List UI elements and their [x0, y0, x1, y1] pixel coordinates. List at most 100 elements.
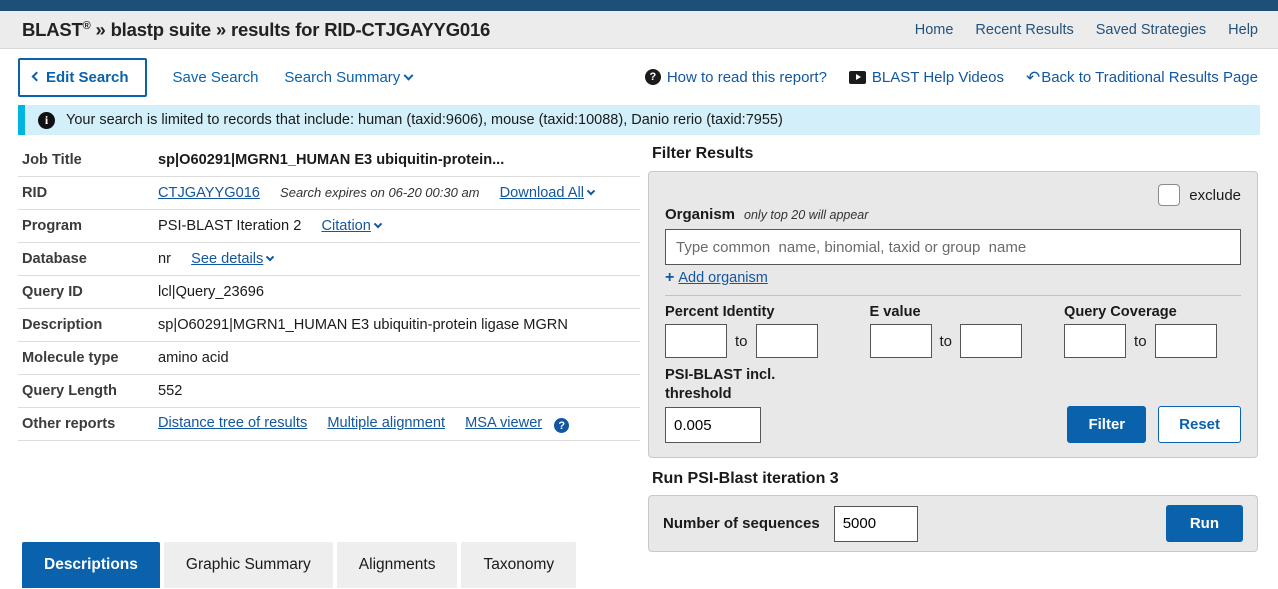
- chevron-down-icon[interactable]: [586, 186, 596, 196]
- query-coverage-from-input[interactable]: [1064, 324, 1127, 358]
- rid-label: RID: [18, 176, 158, 210]
- nav-home[interactable]: Home: [915, 22, 954, 38]
- run-psiblast-title: Run PSI-Blast iteration 3: [652, 470, 839, 488]
- filter-column: Filter Results Organism only top 20 will…: [640, 143, 1278, 553]
- msa-viewer-link[interactable]: MSA viewer: [465, 415, 542, 431]
- run-psiblast-panel: Number of sequences Run: [648, 495, 1258, 553]
- blast-help-videos-link[interactable]: BLAST Help Videos: [848, 69, 1004, 86]
- e-value-to-input[interactable]: [960, 324, 1023, 358]
- chevron-down-icon[interactable]: [266, 252, 275, 262]
- video-icon: [848, 70, 866, 84]
- organism-label: Organism: [665, 206, 736, 223]
- breadcrumb-separator-1: »: [95, 18, 106, 40]
- multiple-alignment-link[interactable]: Multiple alignment: [327, 415, 445, 431]
- registered-mark: ®: [82, 19, 91, 32]
- back-traditional-label: Back to Traditional Results Page: [1041, 68, 1258, 86]
- psi-threshold-group: PSI-BLAST incl. threshold: [665, 366, 776, 444]
- nav-recent-results[interactable]: Recent Results: [975, 22, 1073, 38]
- edit-search-button[interactable]: Edit Search: [18, 57, 147, 97]
- table-row-other-reports: Other reports Distance tree of results M…: [18, 407, 640, 441]
- filter-panel: Organism only top 20 will appear exclude…: [648, 171, 1258, 459]
- exclude-checkbox[interactable]: [1158, 184, 1181, 206]
- question-circle-icon: ?: [644, 69, 661, 85]
- filter-divider: [665, 295, 1241, 296]
- run-button[interactable]: Run: [1165, 505, 1243, 543]
- percent-identity-from-input[interactable]: [665, 324, 727, 358]
- rid-expiry-text: Search expires on 06-20 00:30 am: [280, 185, 480, 200]
- breadcrumb-results: results for RID-CTJGAYYG016: [230, 18, 491, 40]
- percent-identity-inputs: to: [665, 324, 818, 358]
- citation-link[interactable]: Citation: [321, 218, 370, 234]
- number-of-sequences-input[interactable]: [833, 505, 918, 542]
- table-row-molecule-type: Molecule type amino acid: [18, 341, 640, 375]
- exclude-group: exclude: [1158, 184, 1241, 206]
- tab-taxonomy[interactable]: Taxonomy: [461, 542, 577, 588]
- see-details-link[interactable]: See details: [191, 251, 263, 267]
- psi-threshold-row: PSI-BLAST incl. threshold Filter Reset: [665, 366, 1241, 444]
- tab-graphic-summary[interactable]: Graphic Summary: [163, 542, 333, 588]
- query-coverage-label: Query Coverage: [1064, 304, 1177, 320]
- download-all-link[interactable]: Download All: [500, 185, 584, 201]
- other-reports-label: Other reports: [18, 407, 158, 441]
- table-row-query-length: Query Length 552: [18, 374, 640, 408]
- breadcrumb-suite: blastp suite: [110, 18, 212, 40]
- query-id-label: Query ID: [18, 275, 158, 309]
- table-row-database: Database nr See details: [18, 242, 640, 276]
- database-value: nr: [158, 251, 171, 267]
- percent-identity-label: Percent Identity: [665, 304, 775, 320]
- nav-saved-strategies[interactable]: Saved Strategies: [1096, 22, 1206, 38]
- chevron-left-icon: [31, 71, 42, 82]
- header-bar: BLAST® » blastp suite » results for RID-…: [0, 11, 1278, 49]
- nav-help[interactable]: Help: [1228, 22, 1258, 38]
- job-title-value: sp|O60291|MGRN1_HUMAN E3 ubiquitin-prote…: [158, 143, 640, 177]
- numeric-filters-row: Percent Identity to E value to Query Cov…: [665, 304, 1241, 358]
- exclude-label: exclude: [1189, 186, 1241, 204]
- table-row-rid: RID CTJGAYYG016 Search expires on 06-20 …: [18, 176, 640, 210]
- how-to-read-report-link[interactable]: ? How to read this report?: [644, 68, 827, 86]
- save-search-link[interactable]: Save Search: [173, 69, 259, 86]
- undo-icon: ↷: [1025, 67, 1041, 87]
- table-row-description: Description sp|O60291|MGRN1_HUMAN E3 ubi…: [18, 308, 640, 342]
- chevron-down-icon: [403, 70, 414, 81]
- to-label: to: [1134, 332, 1147, 350]
- filter-button[interactable]: Filter: [1067, 406, 1147, 444]
- query-coverage-to-input[interactable]: [1154, 324, 1217, 358]
- filter-actions: Filter Reset: [1067, 406, 1241, 444]
- brand-name: BLAST: [22, 18, 83, 40]
- search-limit-banner: i Your search is limited to records that…: [18, 105, 1260, 135]
- to-label: to: [939, 332, 953, 350]
- breadcrumb-separator-2: »: [215, 18, 227, 40]
- rid-value-cell: CTJGAYYG016 Search expires on 06-20 00:3…: [158, 176, 640, 210]
- toolbar-right-links: ? How to read this report? BLAST Help Vi…: [644, 67, 1258, 87]
- description-value: sp|O60291|MGRN1_HUMAN E3 ubiquitin-prote…: [158, 308, 640, 342]
- search-info-column: Job Title sp|O60291|MGRN1_HUMAN E3 ubiqu…: [0, 143, 640, 552]
- how-to-read-label: How to read this report?: [666, 68, 827, 86]
- psi-threshold-label-line1: PSI-BLAST incl.: [665, 367, 776, 383]
- rid-link[interactable]: CTJGAYYG016: [158, 185, 260, 201]
- top-accent-strip: [0, 0, 1278, 11]
- plus-icon: +: [665, 269, 675, 286]
- job-title-label: Job Title: [18, 143, 158, 177]
- header-nav: Home Recent Results Saved Strategies Hel…: [915, 22, 1258, 38]
- results-tabs: Descriptions Graphic Summary Alignments …: [22, 542, 577, 588]
- tab-descriptions[interactable]: Descriptions: [22, 542, 160, 588]
- organism-input[interactable]: [665, 229, 1241, 265]
- psi-threshold-input[interactable]: [665, 407, 761, 444]
- chevron-down-icon[interactable]: [373, 219, 383, 229]
- distance-tree-link[interactable]: Distance tree of results: [158, 415, 307, 431]
- banner-container: i Your search is limited to records that…: [0, 105, 1278, 135]
- question-circle-icon[interactable]: ?: [554, 418, 570, 434]
- back-to-traditional-results-link[interactable]: ↷ Back to Traditional Results Page: [1025, 67, 1258, 87]
- edit-search-label: Edit Search: [46, 68, 129, 86]
- reset-button[interactable]: Reset: [1158, 406, 1241, 444]
- percent-identity-to-input[interactable]: [755, 324, 818, 358]
- add-organism-button[interactable]: + Add organism: [665, 269, 768, 287]
- e-value-from-input[interactable]: [869, 324, 932, 358]
- query-coverage-group: Query Coverage to: [1064, 304, 1217, 358]
- molecule-type-label: Molecule type: [18, 341, 158, 375]
- to-label: to: [735, 332, 748, 350]
- tab-alignments[interactable]: Alignments: [336, 542, 458, 588]
- e-value-group: E value to: [869, 304, 1023, 358]
- search-summary-dropdown[interactable]: Search Summary: [284, 69, 414, 86]
- table-row-program: Program PSI-BLAST Iteration 2 Citation: [18, 209, 640, 243]
